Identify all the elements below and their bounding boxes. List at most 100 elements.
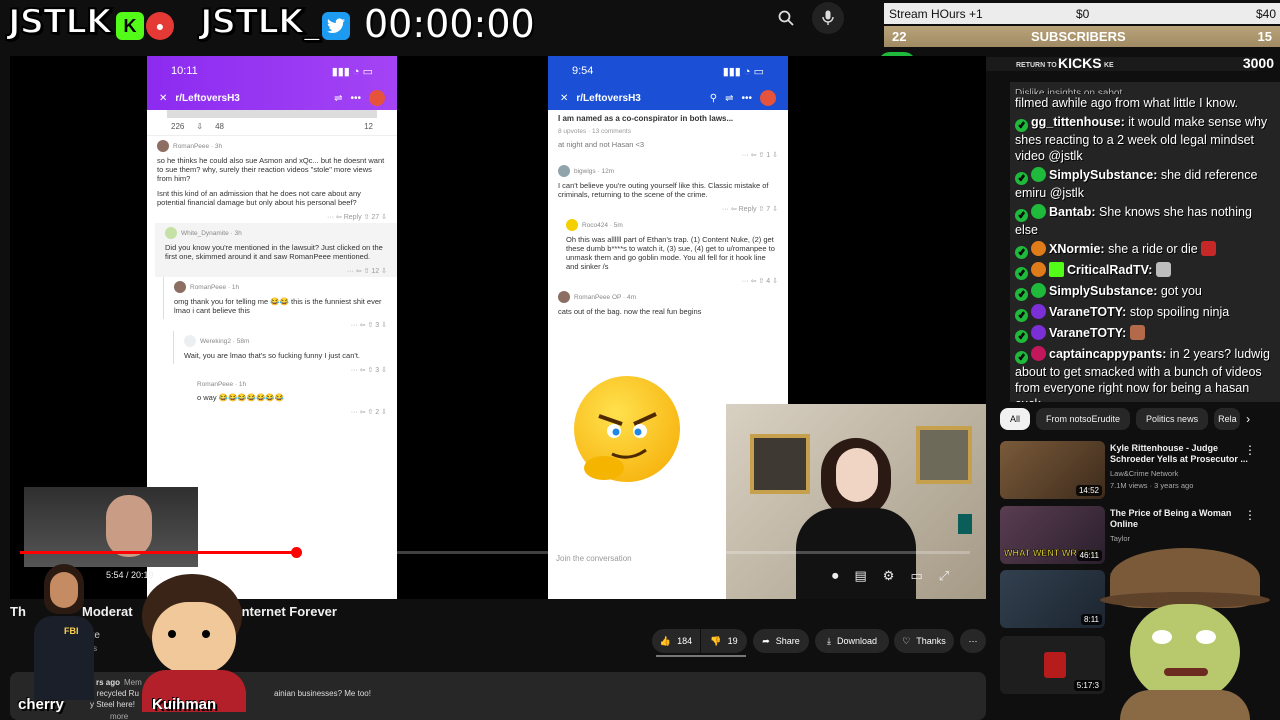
video-thumbnail[interactable]: 5:17:3 <box>1000 636 1105 694</box>
sub-badge-icon <box>1031 204 1046 219</box>
comment-text: cats out of the bag. now the real fun be… <box>558 307 702 316</box>
check-badge-icon: ✓ <box>1015 246 1028 259</box>
video-title[interactable]: Kyle Rittenhouse - Judge Schroeder Yells… <box>1110 443 1250 465</box>
chat-text: filmed awhile ago from what little I kno… <box>1015 96 1239 110</box>
recommended-video[interactable]: 14:52 Kyle Rittenhouse - Judge Schroeder… <box>1000 441 1270 499</box>
search-icon[interactable] <box>770 2 802 34</box>
emote-icon <box>1155 262 1171 277</box>
video-scrubber-handle[interactable] <box>290 547 302 558</box>
chat-message: ✓ VaraneTOTY: <box>1015 325 1275 343</box>
more-dots-icon: ⋯ <box>968 635 978 646</box>
stream-timer: 00:00:00 <box>364 2 535 46</box>
chat-message-cut: Dislike insights on sabot... <box>1015 88 1131 94</box>
comment-actions: ··· ⇦ ⇧ 2 ⇩ <box>350 409 387 416</box>
chat-message: ✓ CriticalRadTV: <box>1015 262 1275 280</box>
more-icon[interactable]: ••• <box>741 93 752 104</box>
sub-badge-icon <box>1031 262 1046 277</box>
vote-count: 3 <box>375 367 380 374</box>
chat-text: got you <box>1160 284 1202 298</box>
comment: Wereking2 · 58m Wait, you are lmao that'… <box>173 331 397 364</box>
phone-status-bar: 9:54 ▮▮▮ ◔ ▭ <box>548 56 788 86</box>
reddit-header: ✕ r/LeftoversH3 ⚲ ⇌ ••• <box>548 86 788 110</box>
video-thumbnail[interactable]: 14:52 <box>1000 441 1105 499</box>
subtitles-icon[interactable]: ▤ <box>855 568 867 584</box>
join-conversation-input[interactable]: Join the conversation <box>556 554 632 563</box>
video-title[interactable]: The Price of Being a Woman Online <box>1110 508 1250 530</box>
subscribers-goal-bar: 22 SUBSCRIBERS 15 <box>884 26 1280 47</box>
chip-all[interactable]: All <box>1000 408 1031 430</box>
video-thumbnail[interactable]: 8:11 <box>1000 570 1105 628</box>
dislike-button[interactable]: 👎 19 <box>701 629 747 653</box>
like-button[interactable]: 👍 184 <box>652 629 700 653</box>
sub-badge-icon <box>1031 283 1046 298</box>
video-progress-track[interactable] <box>20 547 970 558</box>
thanks-label: Thanks <box>916 636 946 646</box>
more-vert-icon[interactable]: ⋮ <box>1244 508 1256 522</box>
microphone-icon[interactable] <box>812 2 844 34</box>
stream-hours-goal-bar: Stream HOurs +1 $0 $40 <box>884 3 1280 24</box>
reply-link: Reply <box>343 214 362 221</box>
theater-mode-icon[interactable]: ▭ <box>910 568 922 584</box>
comment-actions: ··· ⇦ Reply ⇧ 7 ⇩ <box>721 206 778 213</box>
avatar <box>369 90 385 106</box>
chat-username: gg_tittenhouse: <box>1031 115 1125 129</box>
comment-text: Isnt this kind of an admission that he d… <box>157 189 361 207</box>
comment-user: Roco424 · 5m <box>582 221 623 229</box>
comment-user: bigwigs · 12m <box>574 167 615 175</box>
comment-text: Did you know you're mentioned in the law… <box>165 243 383 261</box>
download-label: Download <box>836 636 877 646</box>
download-button[interactable]: ⤓ Download <box>815 629 889 653</box>
comment: RomanPeee · 1h omg thank you for telling… <box>163 277 397 319</box>
stream-hours-goal: $40 <box>1255 7 1276 21</box>
more-actions-button[interactable]: ⋯ <box>960 629 986 653</box>
brand-logo-right: JSTLK_ <box>199 1 321 43</box>
description-more-link[interactable]: more <box>110 712 128 720</box>
share-button[interactable]: ➦ Share <box>753 629 809 653</box>
dislike-count: 19 <box>727 636 738 646</box>
channel-name[interactable]: Law&Crime Network <box>1110 469 1178 478</box>
filter-icon[interactable]: ⇌ <box>725 93 733 104</box>
check-badge-icon: ✓ <box>1015 309 1028 322</box>
green-screen-icon <box>958 514 972 534</box>
filter-icon[interactable]: ⇌ <box>334 93 342 104</box>
wall-picture <box>750 434 810 494</box>
comment-actions: ··· ⇦ ⇧ 3 ⇩ <box>350 322 387 329</box>
chat-username: captaincappypants: <box>1049 347 1167 361</box>
search-icon[interactable]: ⚲ <box>710 93 717 104</box>
chip-from-channel[interactable]: From notsoErudite <box>1036 408 1131 430</box>
more-icon[interactable]: ••• <box>350 93 361 104</box>
autoplay-toggle-icon[interactable]: ⏺ <box>832 568 839 584</box>
video-player[interactable]: 10:11 ▮▮▮ ◔ ▭ ✕ r/LeftoversH3 ⇌ ••• 226 … <box>10 56 986 599</box>
video-thumbnail[interactable]: WHAT WENT WRONG 46:11 <box>1000 506 1105 564</box>
thumbnail-logo <box>1044 652 1066 678</box>
comment-actions: ··· ⇦ Reply ⇧ 27 ⇩ <box>326 214 387 221</box>
vote-count: 7 <box>766 206 771 213</box>
check-badge-icon: ✓ <box>1015 288 1028 301</box>
close-icon[interactable]: ✕ <box>560 93 568 104</box>
chat-message: ✓ XNormie: she a ride or die <box>1015 241 1275 259</box>
post-title: I am named as a co-conspirator in both l… <box>558 114 734 123</box>
download-icon: ⤓ <box>826 635 831 646</box>
close-icon[interactable]: ✕ <box>159 93 167 104</box>
image-strip <box>167 110 377 118</box>
chip-related[interactable]: Rela <box>1214 408 1241 430</box>
chat-username: VaraneTOTY: <box>1049 305 1127 319</box>
chat-message: ✓ SimplySubstance: she did reference emir… <box>1015 167 1275 201</box>
stream-top-bar: JSTLK K ● JSTLK_ 00:00:00 <box>0 0 880 52</box>
chat-username: XNormie: <box>1049 242 1105 256</box>
video-duration: 8:11 <box>1081 614 1102 625</box>
fbi-avatar-character: FBI <box>28 560 100 700</box>
more-vert-icon[interactable]: ⋮ <box>1244 443 1256 457</box>
thumbs-up-icon: 👍 <box>659 635 672 646</box>
fullscreen-icon[interactable]: ⤢ <box>939 568 949 584</box>
comment-text: omg thank you for telling me 😂😂 this is … <box>174 297 382 315</box>
check-badge-icon: ✓ <box>1015 172 1028 185</box>
cartoon-boy-character <box>128 572 258 712</box>
chat-text: she a ride or die <box>1108 242 1198 256</box>
chip-politics-news[interactable]: Politics news <box>1136 408 1209 430</box>
comment-user: RomanPeee OP · 4m <box>574 293 637 301</box>
chevron-right-icon[interactable]: › <box>1246 412 1250 426</box>
thanks-button[interactable]: ♡ Thanks <box>894 629 954 653</box>
kicks-goal: 3000 <box>1242 55 1274 71</box>
settings-gear-icon[interactable]: ⚙ <box>883 568 895 584</box>
